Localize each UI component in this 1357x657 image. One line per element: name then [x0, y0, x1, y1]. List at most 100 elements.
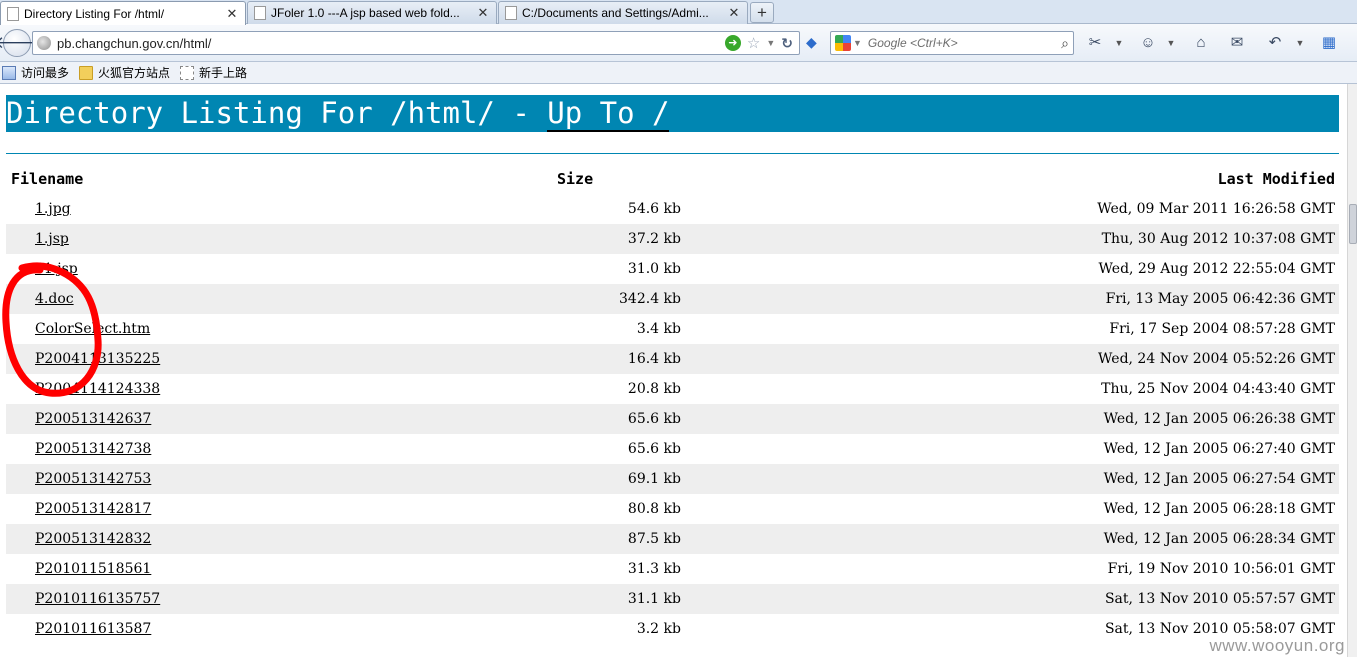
file-size: 65.6 kb [627, 411, 681, 427]
file-last-modified: Fri, 19 Nov 2010 10:56:01 GMT [1107, 561, 1335, 577]
tab-label: C:/Documents and Settings/Admi... [522, 6, 709, 20]
file-link[interactable]: 4.doc [35, 291, 74, 307]
table-row: P200513142738 65.6 kb Wed, 12 Jan 2005 06:… [6, 434, 1339, 464]
file-last-modified: Wed, 24 Nov 2004 05:52:26 GMT [1098, 351, 1335, 367]
site-identity-icon[interactable] [37, 36, 51, 50]
file-link[interactable]: ColorSelect.htm [35, 321, 150, 337]
tab-jfoler[interactable]: JFoler 1.0 ---A jsp based web fold... ✕ [247, 1, 497, 24]
google-engine-icon[interactable] [835, 35, 851, 51]
column-header-size: Size [557, 170, 594, 188]
file-link[interactable]: P201011518561 [35, 561, 151, 577]
bookmark-getting-started[interactable]: 新手上路 [180, 64, 247, 81]
file-size: 54.6 kb [627, 201, 681, 217]
file-size: 80.8 kb [627, 501, 681, 517]
home-icon[interactable]: ⌂ [1190, 34, 1212, 52]
smiley-addon-icon[interactable]: ☺ [1138, 34, 1158, 52]
watermark: www.wooyun.org [1209, 636, 1345, 655]
table-row: P200513142637 65.6 kb Wed, 12 Jan 2005 06:… [6, 404, 1339, 434]
vertical-scrollbar[interactable] [1347, 84, 1357, 657]
file-link[interactable]: P200513142738 [35, 441, 151, 457]
table-row: P200513142832 87.5 kb Wed, 12 Jan 2005 06:… [6, 524, 1339, 554]
search-input[interactable]: Google <Ctrl+K> [868, 36, 1061, 50]
column-header-filename: Filename [11, 170, 84, 188]
file-size: 69.1 kb [627, 471, 681, 487]
directory-listing-table: Filename Size Last Modified 1.jpg 54.6 kb… [6, 164, 1339, 644]
table-row: 31.jsp 31.0 kb Wed, 29 Aug 2012 22:55:04 G… [6, 254, 1339, 284]
column-header-last-modified: Last Modified [1217, 170, 1335, 188]
page-icon [505, 6, 517, 20]
search-bar[interactable]: ▼ Google <Ctrl+K> ⌕ [830, 31, 1074, 55]
history-dropdown-icon[interactable]: ▼ [766, 38, 775, 48]
blank-page-icon [180, 65, 195, 80]
close-tab-icon[interactable]: ✕ [476, 5, 490, 21]
folder-icon [79, 65, 94, 80]
bookmark-label: 访问最多 [21, 66, 70, 80]
file-last-modified: Wed, 09 Mar 2011 16:26:58 GMT [1097, 201, 1335, 217]
close-tab-icon[interactable]: ✕ [727, 5, 741, 21]
navigation-toolbar: 🡐 pb.changchun.gov.cn/html/ ➜ ☆ ▼ ↻ ◆ ▼ … [0, 24, 1357, 62]
file-link[interactable]: P2004113135225 [35, 351, 160, 367]
file-link[interactable]: P2010116135757 [35, 591, 160, 607]
screenshot-tool-icon[interactable]: ✂ [1085, 34, 1105, 52]
scrollbar-thumb[interactable] [1349, 204, 1357, 244]
undo-dropdown-icon[interactable]: ▼ [1294, 34, 1306, 52]
mail-icon[interactable]: ✉ [1226, 34, 1248, 52]
file-size: 342.4 kb [619, 291, 681, 307]
file-link[interactable]: 1.jpg [35, 201, 71, 217]
page-icon [7, 6, 19, 21]
file-size: 31.1 kb [627, 591, 681, 607]
addon-dropdown-icon[interactable]: ▼ [1165, 34, 1177, 52]
bookmark-most-visited[interactable]: 访问最多 [2, 64, 69, 81]
undo-close-icon[interactable]: ↶ [1264, 34, 1286, 52]
file-last-modified: Sat, 13 Nov 2010 05:57:57 GMT [1104, 591, 1335, 607]
engine-dropdown-icon[interactable]: ▼ [853, 38, 862, 48]
address-bar[interactable]: pb.changchun.gov.cn/html/ ➜ ☆ ▼ ↻ [32, 31, 800, 55]
page-title-text: Directory Listing For /html/ - [6, 96, 548, 130]
table-row: 1.jpg 54.6 kb Wed, 09 Mar 2011 16:26:58 GM… [6, 194, 1339, 224]
tab-label: Directory Listing For /html/ [24, 6, 165, 21]
file-link[interactable]: P201011613587 [35, 621, 151, 637]
file-link[interactable]: P2004114124338 [35, 381, 160, 397]
file-last-modified: Wed, 29 Aug 2012 22:55:04 GMT [1098, 261, 1335, 277]
file-size: 87.5 kb [627, 531, 681, 547]
addon-icon[interactable]: ◆ [806, 35, 822, 49]
table-body: 1.jpg 54.6 kb Wed, 09 Mar 2011 16:26:58 GM… [6, 194, 1339, 644]
file-last-modified: Thu, 25 Nov 2004 04:43:40 GMT [1101, 381, 1335, 397]
go-icon[interactable]: ➜ [724, 35, 741, 51]
file-link[interactable]: P200513142753 [35, 471, 151, 487]
table-row: 1.jsp 37.2 kb Thu, 30 Aug 2012 10:37:08 GM… [6, 224, 1339, 254]
tab-label: JFoler 1.0 ---A jsp based web fold... [271, 6, 460, 20]
file-last-modified: Thu, 30 Aug 2012 10:37:08 GMT [1101, 231, 1335, 247]
page-icon [254, 6, 266, 20]
file-size: 20.8 kb [627, 381, 681, 397]
tab-directory-listing[interactable]: Directory Listing For /html/ ✕ [0, 1, 246, 25]
file-last-modified: Sat, 13 Nov 2010 05:58:07 GMT [1104, 621, 1335, 637]
file-size: 3.4 kb [636, 321, 681, 337]
file-size: 31.0 kb [627, 261, 681, 277]
tool-dropdown-icon[interactable]: ▼ [1113, 34, 1125, 52]
file-link[interactable]: 1.jsp [35, 231, 69, 247]
tab-strip: Directory Listing For /html/ ✕ JFoler 1.… [0, 0, 1357, 25]
file-link[interactable]: P200513142637 [35, 411, 151, 427]
back-button[interactable]: 🡐 [0, 29, 40, 57]
table-row: P2004113135225 16.4 kb Wed, 24 Nov 2004 05… [6, 344, 1339, 374]
up-to-root-link[interactable]: Up To / [547, 96, 670, 132]
file-size: 65.6 kb [627, 441, 681, 457]
table-row: 4.doc 342.4 kb Fri, 13 May 2005 06:42:36 G… [6, 284, 1339, 314]
new-tab-button[interactable]: + [750, 2, 774, 23]
tab-documents-settings[interactable]: C:/Documents and Settings/Admi... ✕ [498, 1, 748, 24]
windows-grid-icon[interactable]: ▦ [1318, 34, 1340, 52]
bookmark-firefox-site[interactable]: 火狐官方站点 [79, 64, 170, 81]
bookmark-label: 火狐官方站点 [98, 66, 171, 80]
url-text[interactable]: pb.changchun.gov.cn/html/ [57, 36, 725, 51]
file-last-modified: Wed, 12 Jan 2005 06:27:40 GMT [1103, 441, 1335, 457]
close-tab-icon[interactable]: ✕ [225, 6, 239, 22]
reload-icon[interactable]: ↻ [781, 35, 793, 52]
file-link[interactable]: P200513142817 [35, 501, 151, 517]
file-link[interactable]: P200513142832 [35, 531, 151, 547]
bookmark-star-icon[interactable]: ☆ [747, 34, 760, 52]
search-icon[interactable]: ⌕ [1061, 35, 1073, 52]
table-row: ColorSelect.htm 3.4 kb Fri, 17 Sep 2004 08… [6, 314, 1339, 344]
file-last-modified: Wed, 12 Jan 2005 06:28:34 GMT [1103, 531, 1335, 547]
file-link[interactable]: 31.jsp [35, 261, 78, 277]
